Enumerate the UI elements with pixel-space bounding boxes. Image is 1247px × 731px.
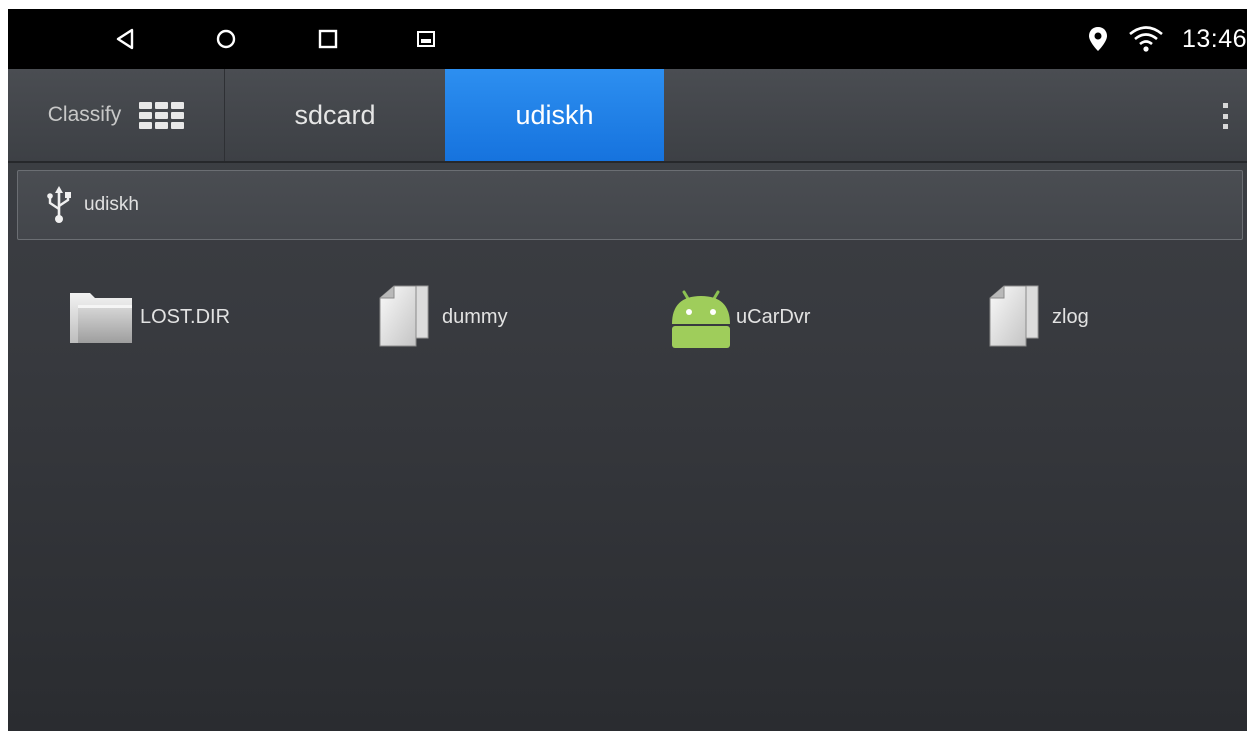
current-path: udiskh [84,194,139,215]
recents-icon[interactable] [314,25,342,53]
location-icon [1088,26,1108,52]
file-name: LOST.DIR [140,305,231,328]
tab-bar: Classify sdcard udiskh [8,69,1247,163]
file-name: zlog [1052,305,1089,328]
status-indicators: 13:46 [1088,9,1247,69]
tab-classify[interactable]: Classify [8,69,225,161]
file-icon [989,285,1039,347]
tab-sdcard[interactable]: sdcard [225,69,445,161]
android-icon [672,290,730,348]
status-time: 13:46 [1181,24,1247,53]
status-bar: 13:46 [8,9,1247,69]
path-bar[interactable]: udiskh [17,170,1243,240]
file-name: uCarDvr [736,305,811,328]
overflow-menu-icon[interactable] [1221,103,1229,129]
home-icon[interactable] [212,25,240,53]
usb-icon [47,186,71,223]
file-manager-screen: 13:46 Classify sdcard udiskh udiskh LOST… [8,9,1247,731]
tab-label: sdcard [294,99,376,130]
wifi-icon [1128,25,1164,53]
file-icon [379,285,429,347]
classify-label: Classify [47,103,122,126]
file-name: dummy [442,305,508,328]
tab-label: udiskh [515,99,594,130]
grid-icon [139,101,185,129]
screenshot-icon[interactable] [412,25,440,53]
file-item-lost-dir[interactable]: LOST.DIR [68,277,230,357]
file-item-ucardvr[interactable]: uCarDvr [670,277,810,357]
file-item-zlog[interactable]: zlog [986,277,1089,357]
folder-icon [70,293,132,343]
tab-udiskh[interactable]: udiskh [445,69,664,161]
file-item-dummy[interactable]: dummy [376,277,508,357]
back-icon[interactable] [112,25,140,53]
